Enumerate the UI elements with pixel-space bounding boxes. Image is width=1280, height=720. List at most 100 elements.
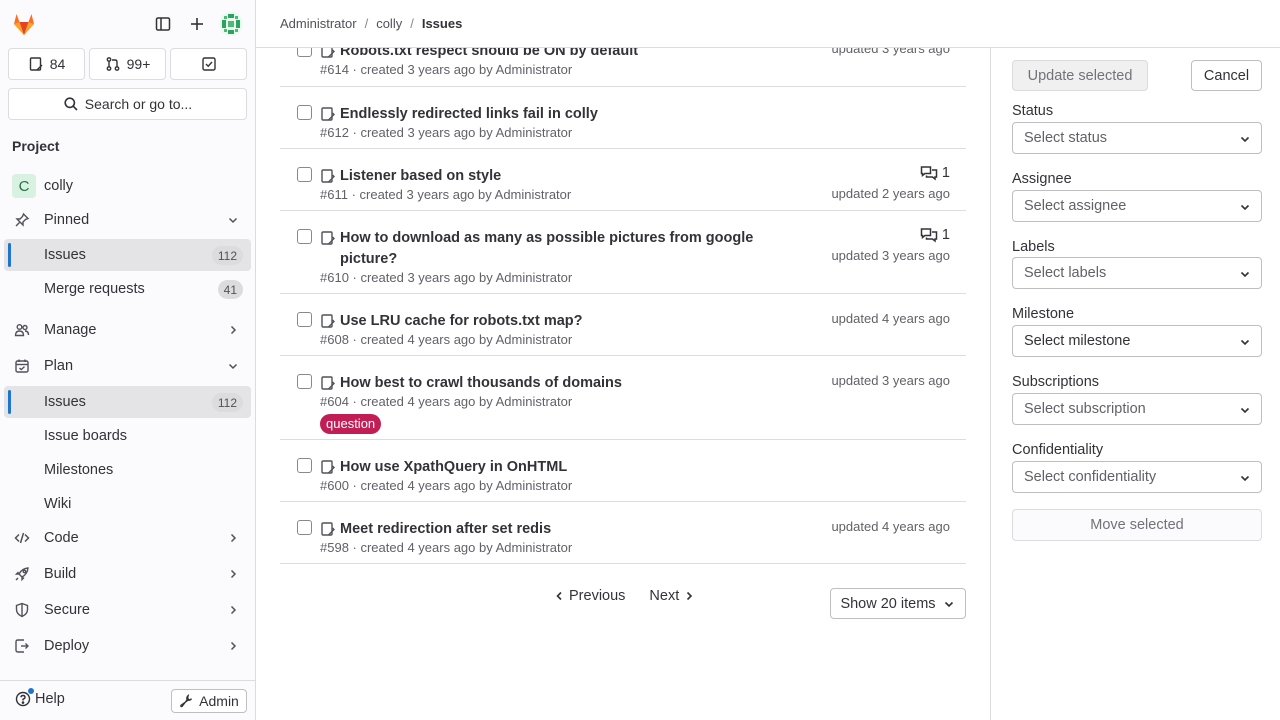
sidebar-item-label: Build (44, 566, 77, 582)
issue-comments[interactable]: 1 (920, 165, 950, 181)
sidebar-project-colly[interactable]: C colly (4, 170, 251, 202)
page-size-dropdown[interactable]: Show 20 items (830, 588, 966, 619)
sidebar-item-wiki[interactable]: Wiki (4, 488, 251, 520)
assigned-issues-button[interactable]: 84 (8, 48, 85, 80)
issue-title[interactable]: Meet redirection after set redis (340, 519, 551, 540)
issue-title[interactable]: Endlessly redirected links fail in colly (340, 104, 598, 125)
breadcrumb-colly[interactable]: colly (376, 16, 402, 31)
user-avatar[interactable] (219, 12, 243, 36)
status-select[interactable]: Select status (1012, 122, 1262, 154)
issue-title[interactable]: How use XpathQuery in OnHTML (340, 457, 567, 478)
sidebar-item-secure[interactable]: Secure (4, 594, 251, 626)
sidebar-item-pinned-issues[interactable]: Issues 112 (4, 239, 251, 271)
issue-title[interactable]: Use LRU cache for robots.txt map? (340, 311, 583, 332)
move-selected-button[interactable]: Move selected (1012, 509, 1262, 541)
labels-select[interactable]: Select labels (1012, 257, 1262, 289)
confidentiality-placeholder: Select confidentiality (1024, 469, 1157, 485)
help-button[interactable]: Help (15, 688, 65, 707)
question-icon (15, 688, 34, 707)
subscriptions-label: Subscriptions (1012, 374, 1100, 390)
todos-button[interactable] (170, 48, 247, 80)
merge-requests-button[interactable]: 99+ (89, 48, 166, 80)
bulk-edit-sidebar: Update selected Cancel Status Select sta… (990, 48, 1280, 720)
issue-meta: #608 · created 4 years ago by Administra… (320, 332, 573, 347)
issue-row: Endlessly redirected links fail in colly… (280, 87, 966, 149)
assignee-select[interactable]: Select assignee (1012, 190, 1262, 222)
sidebar-item-label: Deploy (44, 638, 90, 654)
breadcrumb-issues[interactable]: Issues (422, 16, 462, 31)
left-sidebar: 84 99+ Search or go to... Project C coll… (0, 0, 256, 720)
sidebar-item-build[interactable]: Build (4, 558, 251, 590)
chevron-down-icon (942, 596, 956, 612)
pagination: Previous Next (553, 588, 695, 604)
issue-updated: updated 3 years ago (831, 48, 950, 56)
sidebar-item-issues[interactable]: Issues 112 (4, 386, 251, 418)
issue-title[interactable]: How best to crawl thousands of domains (340, 373, 622, 394)
issue-checkbox[interactable] (297, 105, 312, 120)
sidebar-item-manage[interactable]: Manage (4, 314, 251, 346)
sidebar-item-label: Plan (44, 358, 74, 374)
milestone-select[interactable]: Select milestone (1012, 325, 1262, 357)
sidebar-footer: Help Admin (0, 680, 255, 720)
issue-meta: #600 · created 4 years ago by Administra… (320, 478, 573, 493)
shield-icon (14, 602, 30, 618)
issue-title-line: Use LRU cache for robots.txt map? (320, 311, 790, 332)
issue-meta: #614 · created 3 years ago by Administra… (320, 62, 573, 77)
sidebar-item-label: Issue boards (44, 428, 128, 444)
sidebar-item-deploy[interactable]: Deploy (4, 630, 251, 662)
milestone-label: Milestone (1012, 306, 1075, 322)
issue-title-line: Robots.txt respect should be ON by defau… (320, 48, 790, 62)
breadcrumb-administrator[interactable]: Administrator (280, 16, 357, 31)
issue-checkbox[interactable] (297, 48, 312, 57)
issue-row: Robots.txt respect should be ON by defau… (280, 48, 966, 87)
search-button[interactable]: Search or go to... (8, 88, 247, 120)
issue-row: How best to crawl thousands of domains u… (280, 356, 966, 440)
comments-count: 1 (941, 227, 950, 243)
confidentiality-select[interactable]: Select confidentiality (1012, 461, 1262, 493)
issue-checkbox[interactable] (297, 312, 312, 327)
issue-checkbox[interactable] (297, 458, 312, 473)
issues-count: 84 (49, 56, 66, 72)
sidebar-item-plan[interactable]: Plan (4, 350, 251, 382)
breadcrumb: Administrator / colly / Issues (280, 16, 462, 31)
label-badge-question[interactable]: question (320, 414, 382, 434)
sidebar-item-pinned-merge-requests[interactable]: Merge requests 41 (4, 273, 251, 305)
merge-requests-count: 99+ (126, 56, 151, 72)
issue-comments[interactable]: 1 (920, 227, 950, 243)
page-size-label: Show 20 items (840, 595, 936, 612)
toggle-sidebar-icon[interactable] (151, 12, 175, 36)
admin-area-button[interactable]: Admin (171, 689, 247, 713)
sidebar-item-milestones[interactable]: Milestones (4, 454, 251, 486)
sidebar-item-label: Secure (44, 602, 90, 618)
thumbtack-icon (14, 212, 30, 228)
issue-row: Meet redirection after set redis updated… (280, 502, 966, 564)
next-page-button[interactable]: Next (649, 588, 695, 604)
issue-type-icon (320, 106, 336, 122)
sidebar-item-code[interactable]: Code (4, 522, 251, 554)
issue-title[interactable]: Listener based on style (340, 166, 501, 187)
issues-icon (28, 56, 44, 72)
sidebar-item-pinned[interactable]: Pinned (4, 204, 251, 236)
previous-page-button[interactable]: Previous (553, 588, 625, 604)
chevron-down-icon (1237, 402, 1253, 418)
sidebar-item-label: Manage (44, 322, 97, 338)
issue-title[interactable]: Robots.txt respect should be ON by defau… (340, 48, 638, 62)
issue-checkbox[interactable] (297, 229, 312, 244)
issue-type-icon (320, 48, 336, 59)
issue-checkbox[interactable] (297, 520, 312, 535)
plus-icon[interactable] (185, 12, 209, 36)
issue-type-icon (320, 459, 336, 475)
issue-checkbox[interactable] (297, 374, 312, 389)
chevron-down-icon (1237, 266, 1253, 282)
chevron-right-icon (225, 602, 241, 618)
issue-title[interactable]: How to download as many as possible pict… (340, 228, 790, 270)
count-badge: 41 (217, 280, 243, 299)
assignee-label: Assignee (1012, 171, 1072, 187)
issue-row: Listener based on style 1 updated 2 year… (280, 149, 966, 211)
gitlab-logo-icon[interactable] (11, 11, 37, 37)
sidebar-item-issue-boards[interactable]: Issue boards (4, 420, 251, 452)
update-selected-button[interactable]: Update selected (1012, 60, 1148, 91)
subscription-select[interactable]: Select subscription (1012, 393, 1262, 425)
cancel-button[interactable]: Cancel (1191, 60, 1262, 91)
issue-checkbox[interactable] (297, 167, 312, 182)
